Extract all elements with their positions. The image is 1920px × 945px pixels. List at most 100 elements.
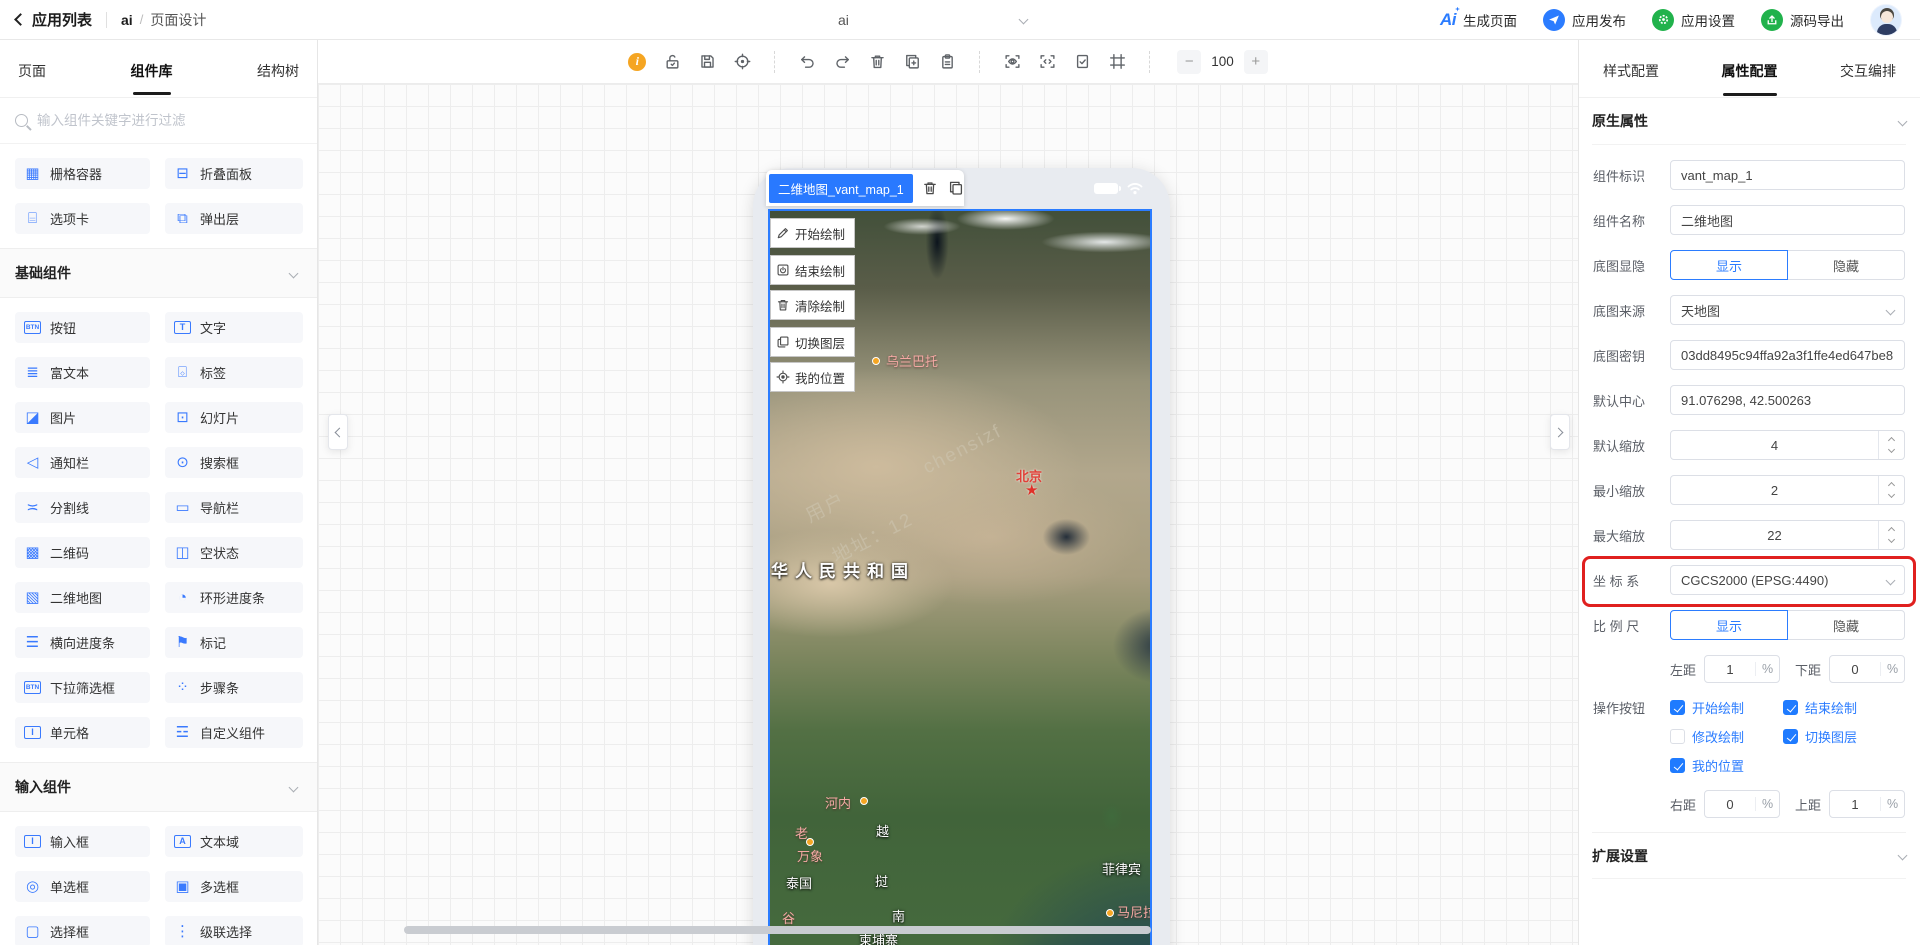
target-icon[interactable]	[733, 53, 751, 71]
copy-component-icon[interactable]	[947, 179, 964, 197]
zoom-in-button[interactable]: +	[1243, 49, 1268, 74]
app-publish-button[interactable]: 应用发布	[1543, 8, 1626, 31]
component-item[interactable]: ☲ 自定义组件	[165, 717, 303, 748]
component-item[interactable]: ◎ 单选框	[15, 871, 150, 902]
delete-component-icon[interactable]	[922, 179, 939, 197]
component-item[interactable]: ⊙ 搜索框	[165, 447, 303, 478]
source-export-button[interactable]: 源码导出	[1761, 8, 1844, 31]
expand-right-panel-button[interactable]	[1550, 414, 1570, 450]
scalebar-hide-option[interactable]: 隐藏	[1787, 610, 1905, 640]
step-down-icon[interactable]	[1887, 535, 1896, 544]
map-draw-start-button[interactable]: 开始绘制	[770, 218, 855, 248]
max-zoom-stepper[interactable]: 22	[1670, 520, 1905, 550]
offset-left-input[interactable]: 1 %	[1704, 655, 1780, 683]
component-item[interactable]: ▭ 导航栏	[165, 492, 303, 523]
component-item[interactable]: ≣ 富文本	[15, 357, 150, 388]
basemap-hide-option[interactable]: 隐藏	[1787, 250, 1905, 280]
tab-component-library[interactable]: 组件库	[127, 43, 177, 95]
tab-pages[interactable]: 页面	[14, 43, 50, 95]
component-item[interactable]: ⋮ 级联选择	[165, 916, 303, 945]
collapse-left-panel-button[interactable]	[328, 414, 348, 450]
section-extended-settings[interactable]: 扩展设置	[1592, 832, 1908, 879]
offset-top-input[interactable]: 1 %	[1829, 790, 1905, 818]
section-basic-components[interactable]: 基础组件	[0, 248, 317, 298]
map-my-location-button[interactable]: 我的位置	[770, 362, 855, 392]
page-selector-dropdown[interactable]: ai	[688, 0, 1033, 40]
step-up-icon[interactable]	[1887, 436, 1896, 445]
component-item[interactable]: ▩ 二维码	[15, 537, 150, 568]
delete-icon[interactable]	[868, 53, 886, 71]
default-zoom-stepper[interactable]: 4	[1670, 430, 1905, 460]
checkbox-draw-modify[interactable]: 修改绘制	[1670, 727, 1783, 746]
step-down-icon[interactable]	[1887, 490, 1896, 499]
doc-check-icon[interactable]	[1073, 53, 1091, 71]
generate-page-button[interactable]: Ai 生成页面	[1440, 10, 1517, 30]
component-item[interactable]: ⊡ 幻灯片	[165, 402, 303, 433]
basemap-show-option[interactable]: 显示	[1670, 250, 1788, 280]
tab-style-config[interactable]: 样式配置	[1601, 42, 1661, 96]
unlock-icon[interactable]	[663, 53, 681, 71]
component-name-input[interactable]: 二维地图	[1670, 205, 1905, 235]
checkbox-draw-end[interactable]: 结束绘制	[1783, 698, 1905, 717]
horizontal-scrollbar[interactable]	[404, 926, 1151, 934]
component-item[interactable]: ▧ 二维地图	[15, 582, 150, 613]
tab-structure-tree[interactable]: 结构树	[253, 43, 303, 95]
component-id-input[interactable]: vant_map_1	[1670, 160, 1905, 190]
tab-property-config[interactable]: 属性配置	[1720, 42, 1780, 96]
basemap-key-input[interactable]: 03dd8495c94ffa92a3f1ffe4ed647be8	[1670, 340, 1905, 370]
breadcrumb-app[interactable]: ai	[121, 12, 133, 28]
component-item[interactable]: I 输入框	[15, 826, 150, 857]
step-up-icon[interactable]	[1887, 526, 1896, 535]
component-item[interactable]: BTN 下拉筛选框	[15, 672, 150, 703]
zoom-out-button[interactable]: −	[1177, 49, 1202, 74]
offset-bottom-input[interactable]: 0 %	[1829, 655, 1905, 683]
frame-bounds-icon[interactable]	[1108, 53, 1126, 71]
coordinate-system-select[interactable]: CGCS2000 (EPSG:4490)	[1670, 565, 1905, 595]
selected-component-label[interactable]: 二维地图_vant_map_1	[769, 173, 913, 203]
component-item[interactable]: T 文字	[165, 312, 303, 343]
component-item[interactable]: A 文本域	[165, 826, 303, 857]
component-item[interactable]: ◔ 环形进度条	[165, 582, 303, 613]
component-item[interactable]: BTN 按钮	[15, 312, 150, 343]
component-item[interactable]: ⁘ 步骤条	[165, 672, 303, 703]
component-item[interactable]: ☰ 横向进度条	[15, 627, 150, 658]
code-scan-icon[interactable]	[1038, 53, 1056, 71]
scalebar-show-option[interactable]: 显示	[1670, 610, 1788, 640]
component-search-input[interactable]	[37, 113, 302, 128]
component-item[interactable]: I 单元格	[15, 717, 150, 748]
checkbox-layer-switch[interactable]: 切换图层	[1783, 727, 1905, 746]
map-draw-end-button[interactable]: 结束绘制	[770, 255, 855, 285]
redo-icon[interactable]	[833, 53, 851, 71]
component-item[interactable]: ◫ 空状态	[165, 537, 303, 568]
canvas-body[interactable]: chensizf 用户 地址：12 开始绘制 结束绘制 清除绘制 切换图层 我的…	[318, 84, 1578, 945]
component-item[interactable]: ◪ 图片	[15, 402, 150, 433]
min-zoom-stepper[interactable]: 2	[1670, 475, 1905, 505]
map-layer-switch-button[interactable]: 切换图层	[770, 327, 855, 357]
component-item[interactable]: ≍ 分割线	[15, 492, 150, 523]
undo-icon[interactable]	[798, 53, 816, 71]
preview-scan-icon[interactable]	[1003, 53, 1021, 71]
component-item[interactable]: ▣ 多选框	[165, 871, 303, 902]
component-item[interactable]: ▦ 栅格容器	[15, 158, 150, 189]
offset-right-input[interactable]: 0 %	[1704, 790, 1780, 818]
component-item[interactable]: ◁ 通知栏	[15, 447, 150, 478]
component-item[interactable]: ⊟ 折叠面板	[165, 158, 303, 189]
back-to-app-list-button[interactable]: 应用列表	[14, 9, 92, 30]
copy-icon[interactable]	[903, 53, 921, 71]
checkbox-draw-start[interactable]: 开始绘制	[1670, 698, 1783, 717]
component-item[interactable]: ▢ 选择框	[15, 916, 150, 945]
section-input-components[interactable]: 输入组件	[0, 762, 317, 812]
component-item[interactable]: ⌺ 标签	[165, 357, 303, 388]
user-avatar[interactable]	[1870, 3, 1902, 36]
checkbox-my-location[interactable]: 我的位置	[1670, 756, 1783, 775]
info-icon[interactable]: i	[628, 52, 647, 71]
map-component[interactable]: chensizf 用户 地址：12 开始绘制 结束绘制 清除绘制 切换图层 我的…	[768, 209, 1152, 945]
tab-interaction[interactable]: 交互编排	[1838, 42, 1898, 96]
step-up-icon[interactable]	[1887, 481, 1896, 490]
default-center-input[interactable]: 91.076298, 42.500263	[1670, 385, 1905, 415]
app-settings-button[interactable]: 应用设置	[1652, 8, 1735, 31]
step-down-icon[interactable]	[1887, 445, 1896, 454]
paste-icon[interactable]	[938, 53, 956, 71]
basemap-source-select[interactable]: 天地图	[1670, 295, 1905, 325]
component-item[interactable]: ⧉ 弹出层	[165, 203, 303, 234]
